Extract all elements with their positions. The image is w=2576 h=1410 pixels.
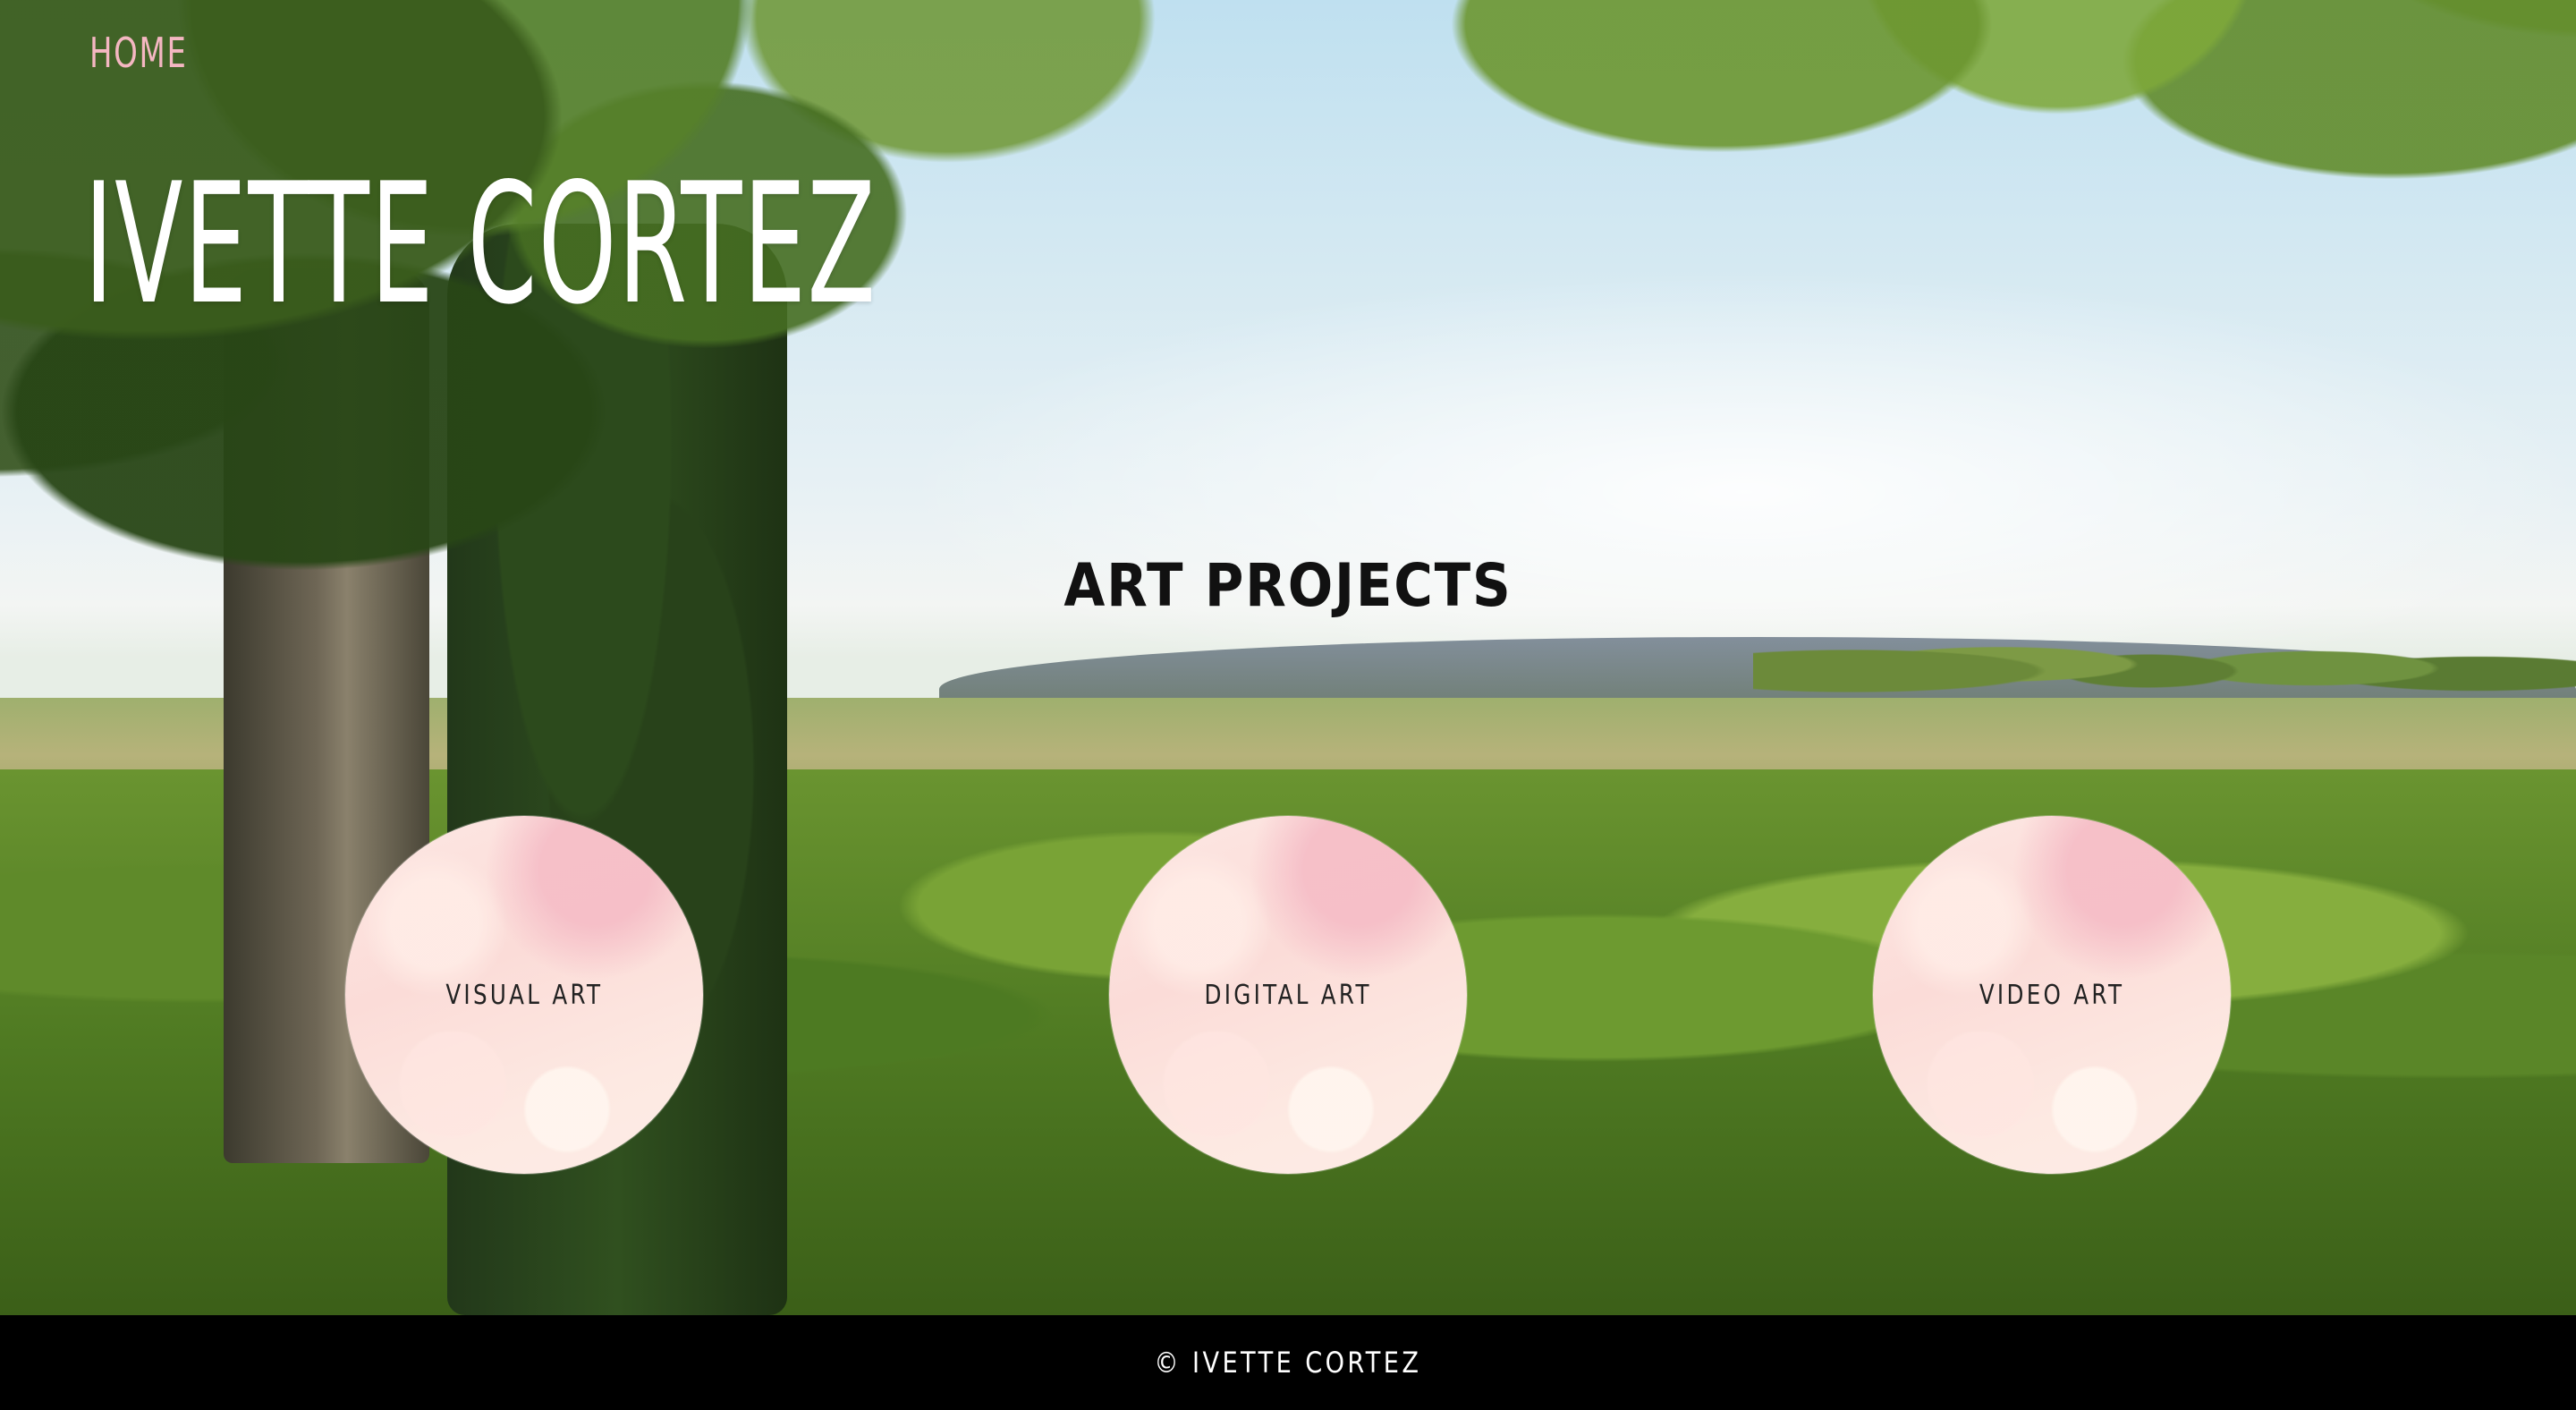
nav-home-link[interactable]: HOME xyxy=(89,29,188,77)
right-tree-canopy xyxy=(1386,0,2576,501)
project-digital-art-button[interactable]: DIGITAL ART xyxy=(1109,816,1467,1174)
project-label: DIGITAL ART xyxy=(1204,979,1372,1011)
left-tree-canopy xyxy=(0,0,1431,805)
section-title: ART PROJECTS xyxy=(1063,551,1513,620)
footer: © IVETTE CORTEZ xyxy=(0,1315,2576,1410)
footer-copyright: © IVETTE CORTEZ xyxy=(1154,1346,1422,1380)
project-label: VIDEO ART xyxy=(1979,979,2125,1011)
project-visual-art-button[interactable]: VISUAL ART xyxy=(345,816,703,1174)
project-video-art-button[interactable]: VIDEO ART xyxy=(1873,816,2231,1174)
site-title: IVETTE CORTEZ xyxy=(84,147,877,341)
project-label: VISUAL ART xyxy=(445,979,604,1011)
